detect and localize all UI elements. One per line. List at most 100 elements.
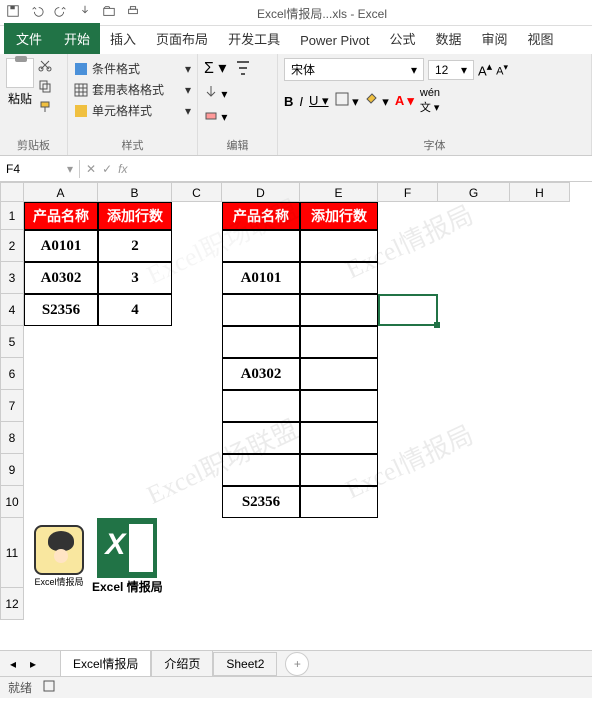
shrink-font-icon[interactable]: A▾ (496, 62, 508, 78)
cell[interactable] (300, 390, 378, 422)
sheet-nav-last[interactable]: ▸ (30, 657, 36, 671)
italic-button[interactable]: I (299, 94, 303, 109)
tab-pivot[interactable]: Power Pivot (290, 27, 379, 54)
row-header[interactable]: 12 (0, 588, 24, 620)
row-header[interactable]: 9 (0, 454, 24, 486)
cell[interactable]: 2 (98, 230, 172, 262)
cell[interactable]: 添加行数 (300, 202, 378, 230)
cell[interactable]: S2356 (222, 486, 300, 518)
name-box[interactable]: F4▾ (0, 160, 80, 178)
paste-button[interactable]: 粘贴 (6, 58, 34, 117)
fx-icon[interactable]: fx (118, 162, 127, 176)
cell[interactable]: 添加行数 (98, 202, 172, 230)
col-header[interactable]: C (172, 182, 222, 202)
print-icon[interactable] (126, 4, 140, 21)
cell[interactable]: A0302 (24, 262, 98, 294)
row-header[interactable]: 2 (0, 230, 24, 262)
touch-icon[interactable] (78, 4, 92, 21)
format-painter-icon[interactable] (38, 100, 52, 117)
tab-home[interactable]: 开始 (54, 23, 100, 54)
cancel-icon[interactable]: ✕ (86, 162, 96, 176)
cell[interactable] (300, 262, 378, 294)
cell[interactable] (300, 486, 378, 518)
table-format[interactable]: 套用表格格式▾ (74, 79, 191, 100)
cell[interactable] (300, 294, 378, 326)
cell[interactable]: 产品名称 (222, 202, 300, 230)
cell[interactable] (300, 422, 378, 454)
row-header[interactable]: 4 (0, 294, 24, 326)
border-button[interactable]: ▾ (335, 92, 359, 110)
redo-icon[interactable] (54, 4, 68, 21)
font-color-button[interactable]: A ▾ (395, 93, 414, 109)
cell[interactable] (222, 230, 300, 262)
col-header[interactable]: A (24, 182, 98, 202)
col-header[interactable]: F (378, 182, 438, 202)
fill-icon[interactable]: ▾ (204, 84, 227, 101)
excel-icon (97, 518, 157, 578)
tab-view[interactable]: 视图 (518, 23, 564, 54)
cell[interactable]: S2356 (24, 294, 98, 326)
clear-icon[interactable]: ▾ (204, 107, 227, 124)
tab-data[interactable]: 数据 (425, 23, 471, 54)
fill-color-button[interactable]: ▾ (365, 92, 389, 110)
spreadsheet-grid[interactable]: ABCDEFGH 123456789101112 产品名称添加行数A01012A… (0, 182, 592, 650)
cell[interactable]: 3 (98, 262, 172, 294)
row-header[interactable]: 7 (0, 390, 24, 422)
cell[interactable]: A0101 (24, 230, 98, 262)
col-header[interactable]: B (98, 182, 172, 202)
cell-style[interactable]: 单元格样式▾ (74, 100, 191, 121)
cell[interactable] (222, 454, 300, 486)
grow-font-icon[interactable]: A▴ (478, 60, 492, 78)
col-header[interactable]: H (510, 182, 570, 202)
cell[interactable] (300, 326, 378, 358)
cell[interactable]: 4 (98, 294, 172, 326)
cell[interactable] (300, 230, 378, 262)
cell[interactable] (222, 390, 300, 422)
sheet-tab[interactable]: 介绍页 (151, 650, 213, 677)
select-all-corner[interactable] (0, 182, 24, 202)
macro-icon[interactable] (42, 679, 56, 696)
sort-filter[interactable] (233, 58, 253, 124)
row-header[interactable]: 6 (0, 358, 24, 390)
bold-button[interactable]: B (284, 94, 293, 109)
cell[interactable] (222, 326, 300, 358)
sheet-nav-first[interactable]: ◂ (10, 657, 16, 671)
cell[interactable] (222, 294, 300, 326)
tab-formula[interactable]: 公式 (379, 23, 425, 54)
sheet-tab[interactable]: Sheet2 (213, 652, 277, 676)
font-size-select[interactable]: 12▾ (428, 60, 474, 80)
tab-insert[interactable]: 插入 (100, 23, 146, 54)
tab-file[interactable]: 文件 (4, 23, 54, 54)
conditional-format[interactable]: 条件格式▾ (74, 58, 191, 79)
phonetic-button[interactable]: wén文 ▾ (420, 87, 440, 115)
row-header[interactable]: 1 (0, 202, 24, 230)
row-header[interactable]: 10 (0, 486, 24, 518)
cell[interactable]: A0302 (222, 358, 300, 390)
cell[interactable] (300, 358, 378, 390)
underline-button[interactable]: U ▾ (309, 93, 329, 109)
cell[interactable] (300, 454, 378, 486)
add-sheet-button[interactable]: + (285, 652, 309, 676)
font-name-select[interactable]: 宋体▾ (284, 58, 424, 81)
tab-layout[interactable]: 页面布局 (146, 23, 218, 54)
row-header[interactable]: 5 (0, 326, 24, 358)
col-header[interactable]: D (222, 182, 300, 202)
sum-icon[interactable]: Σ ▾ (204, 58, 227, 78)
cell[interactable]: 产品名称 (24, 202, 98, 230)
tab-review[interactable]: 审阅 (471, 23, 517, 54)
cell[interactable]: A0101 (222, 262, 300, 294)
open-icon[interactable] (102, 4, 116, 21)
col-header[interactable]: G (438, 182, 510, 202)
save-icon[interactable] (6, 4, 20, 21)
tab-dev[interactable]: 开发工具 (218, 23, 290, 54)
cell[interactable] (222, 422, 300, 454)
row-header[interactable]: 11 (0, 518, 24, 588)
undo-icon[interactable] (30, 4, 44, 21)
row-header[interactable]: 3 (0, 262, 24, 294)
col-header[interactable]: E (300, 182, 378, 202)
row-header[interactable]: 8 (0, 422, 24, 454)
cut-icon[interactable] (38, 58, 52, 75)
enter-icon[interactable]: ✓ (102, 162, 112, 176)
sheet-tab-active[interactable]: Excel情报局 (60, 650, 151, 677)
copy-icon[interactable] (38, 79, 52, 96)
